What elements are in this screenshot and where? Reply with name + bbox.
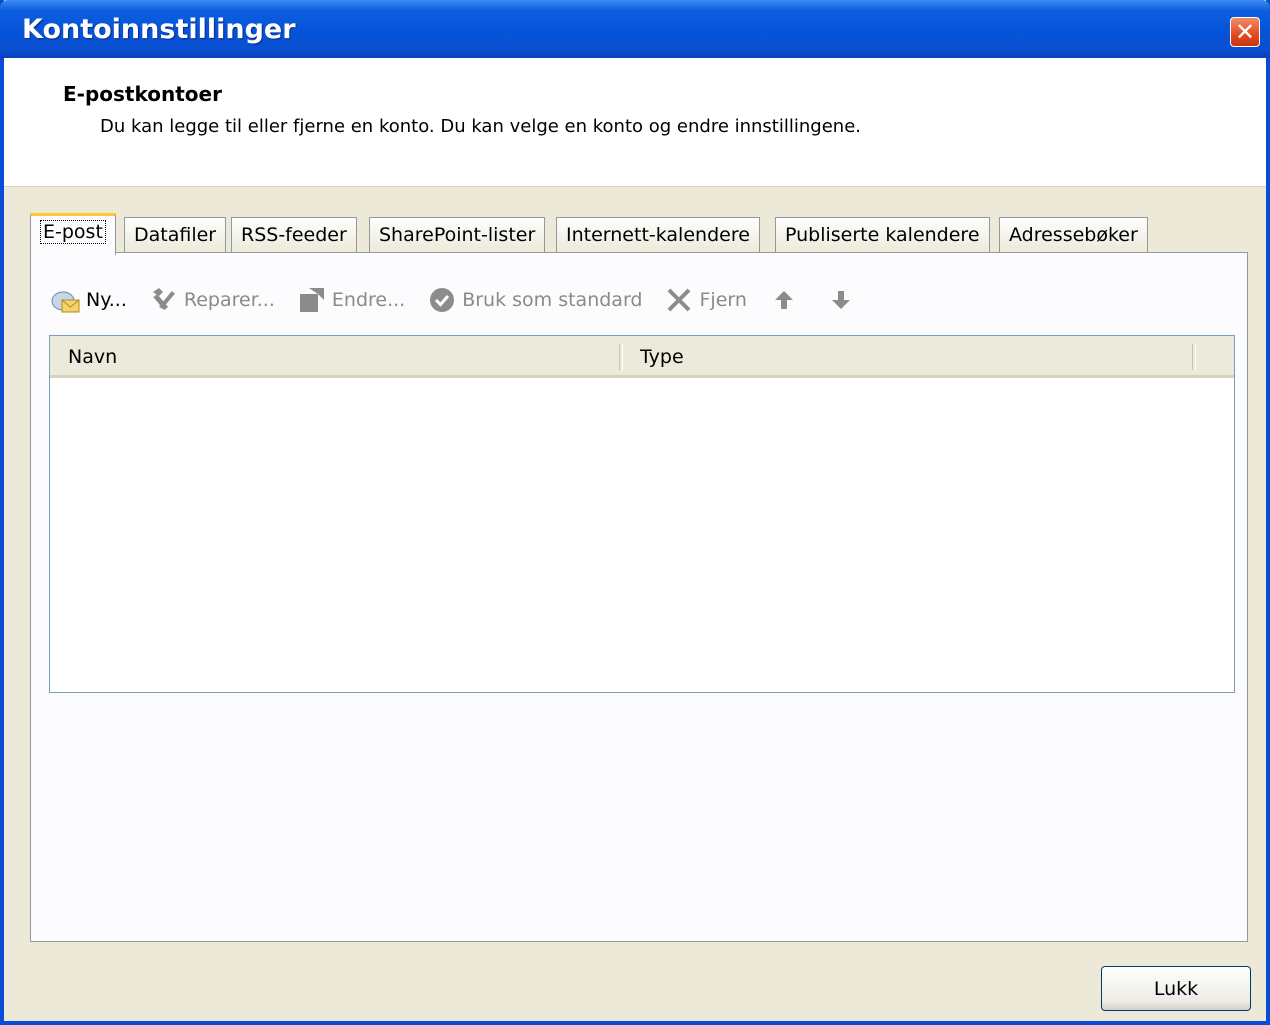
change-button-label: Endre... bbox=[331, 289, 406, 311]
title-bar[interactable]: Kontoinnstillinger ✕ bbox=[0, 0, 1270, 58]
remove-icon bbox=[664, 285, 694, 315]
tab-internett-kalendere[interactable]: Internett-kalendere bbox=[556, 217, 760, 253]
close-button[interactable]: ✕ bbox=[1230, 17, 1260, 47]
set-default-button-label: Bruk som standard bbox=[462, 289, 643, 311]
tab-datafiler[interactable]: Datafiler bbox=[124, 217, 227, 253]
close-dialog-button[interactable]: Lukk bbox=[1101, 966, 1251, 1011]
column-header-navn[interactable]: Navn bbox=[50, 336, 620, 375]
remove-button[interactable]: Fjern bbox=[664, 285, 747, 315]
column-header-type[interactable]: Type bbox=[622, 336, 1192, 375]
remove-button-label: Fjern bbox=[699, 289, 747, 311]
list-header: Navn Type bbox=[50, 336, 1234, 378]
new-button[interactable]: Ny... bbox=[51, 285, 127, 315]
new-button-label: Ny... bbox=[86, 289, 127, 311]
set-default-button[interactable]: Bruk som standard bbox=[427, 285, 642, 315]
tab-sharepoint-lister[interactable]: SharePoint-lister bbox=[369, 217, 546, 253]
window-title: Kontoinnstillinger bbox=[22, 14, 296, 45]
repair-button-label: Reparer... bbox=[183, 289, 275, 311]
arrow-up-icon bbox=[769, 285, 799, 315]
change-icon bbox=[297, 285, 327, 315]
tab-e-post[interactable]: E-post bbox=[30, 213, 116, 255]
header-title: E-postkontoer bbox=[63, 82, 222, 106]
tab-rss-feeder[interactable]: RSS-feeder bbox=[231, 217, 357, 253]
repair-button[interactable]: Reparer... bbox=[149, 285, 275, 315]
column-separator[interactable] bbox=[1192, 344, 1196, 370]
account-toolbar: Ny... Reparer... Endre... Bruk som stand… bbox=[51, 283, 883, 317]
tab-adressebøker[interactable]: Adressebøker bbox=[999, 217, 1148, 253]
tab-publiserte-kalendere[interactable]: Publiserte kalendere bbox=[775, 217, 990, 253]
close-dialog-button-label: Lukk bbox=[1153, 977, 1199, 1000]
arrow-down-icon bbox=[826, 285, 856, 315]
move-up-button[interactable] bbox=[769, 285, 804, 315]
checkmark-icon bbox=[427, 285, 457, 315]
close-icon: ✕ bbox=[1234, 18, 1256, 46]
tools-icon bbox=[149, 285, 179, 315]
dialog-window: Kontoinnstillinger ✕ E-postkontoer Du ka… bbox=[0, 0, 1270, 1025]
move-down-button[interactable] bbox=[826, 285, 861, 315]
header-subtitle: Du kan legge til eller fjerne en konto. … bbox=[100, 116, 861, 137]
change-button[interactable]: Endre... bbox=[297, 285, 405, 315]
tab-panel: Ny... Reparer... Endre... Bruk som stand… bbox=[30, 252, 1248, 942]
new-account-icon bbox=[51, 285, 81, 315]
accounts-list[interactable]: Navn Type bbox=[49, 335, 1235, 693]
dialog-header: E-postkontoer Du kan legge til eller fje… bbox=[4, 58, 1266, 187]
